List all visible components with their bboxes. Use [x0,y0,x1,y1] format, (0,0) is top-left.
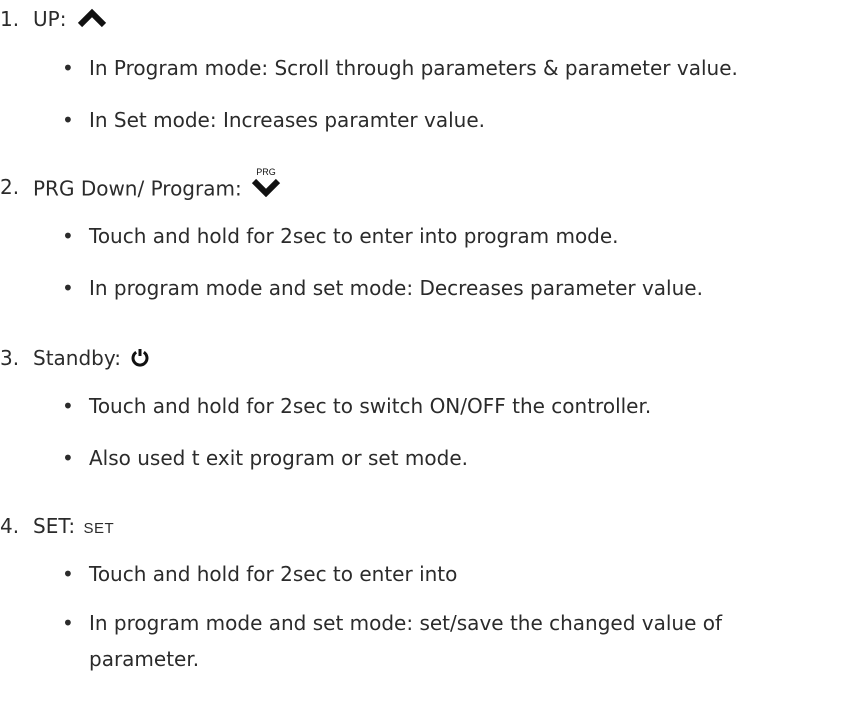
set-icon: SET [83,520,115,537]
bullet-text: In Set mode: Increases paramter value. [89,108,485,132]
item-number: 4. [0,514,20,538]
bullet-text: parameter. [89,647,200,671]
item-label: PRG Down/ Program: [33,176,242,201]
bullet-text: Touch and hold for 2sec to switch ON/OFF… [89,394,652,418]
up-chevron-icon [77,8,107,33]
prg-caption: PRG [256,167,276,177]
bullet-icon: • [62,562,74,586]
bullet-icon: • [62,446,74,470]
bullet-icon: • [62,394,74,418]
item-label: UP: [33,7,67,31]
bullet-text: Touch and hold for 2sec to enter into pr… [89,224,619,248]
bullet-icon: • [62,276,74,300]
bullet-icon: • [62,224,74,248]
bullet-text: In program mode and set mode: Decreases … [89,276,703,300]
bullet-icon: • [62,108,74,132]
item-number: 2. [0,175,20,199]
item-number: 3. [0,346,20,370]
bullet-text: Touch and hold for 2sec to enter into [89,562,458,586]
item-number: 1. [0,7,20,31]
bullet-icon: • [62,56,74,80]
bullet-icon: • [62,611,74,635]
down-chevron-prg-icon: PRG [250,167,282,197]
bullet-text: In Program mode: Scroll through paramete… [89,56,738,80]
bullet-text: Also used t exit program or set mode. [89,446,468,470]
item-label: Standby: [33,346,121,370]
bullet-text: In program mode and set mode: set/save t… [89,611,723,635]
power-icon [130,347,150,372]
item-label: SET: [33,514,76,538]
